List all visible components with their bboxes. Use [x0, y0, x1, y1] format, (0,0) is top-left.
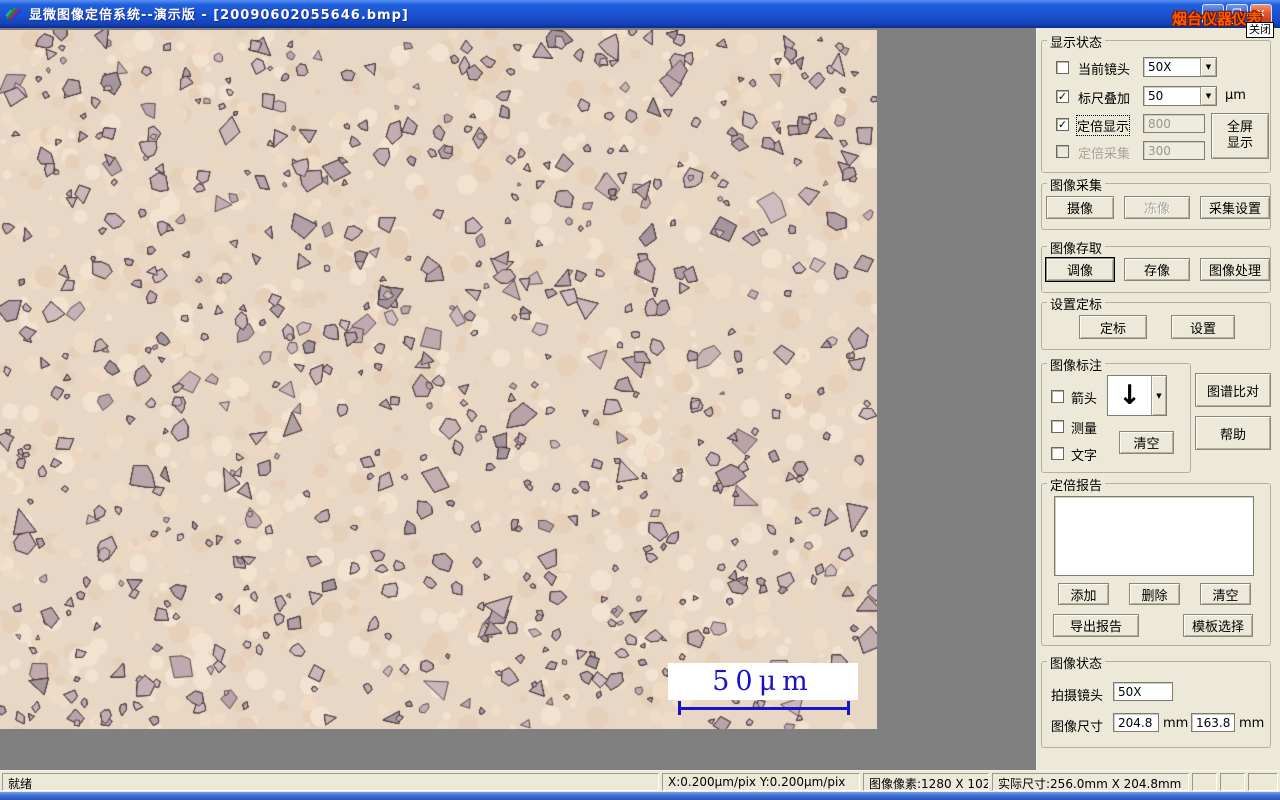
- fixed-display-checkbox[interactable]: ✓: [1056, 118, 1069, 131]
- status-scale: X:0.200μm/pix Y:0.200μm/pix: [662, 773, 860, 791]
- group-display-status-title: 显示状态: [1047, 32, 1106, 51]
- text-checkbox[interactable]: [1051, 447, 1064, 460]
- close-tooltip: 关闭: [1246, 22, 1274, 38]
- shoot-lens-label: 拍摄镜头: [1051, 689, 1104, 704]
- image-size-label: 图像尺寸: [1051, 720, 1104, 735]
- arrow-style-combo[interactable]: ↓ ▼: [1107, 375, 1167, 416]
- report-listbox[interactable]: [1054, 496, 1254, 576]
- report-add-button[interactable]: 添加: [1058, 583, 1109, 605]
- scale-bar-label-box: 50μm: [668, 663, 858, 700]
- fixed-capture-checkbox: [1056, 145, 1069, 158]
- image-height-field: 163.8: [1191, 713, 1235, 732]
- fullscreen-button[interactable]: 全屏 显示: [1211, 113, 1269, 159]
- current-lens-combo[interactable]: 50X ▼: [1143, 57, 1217, 77]
- image-height-unit: mm: [1239, 716, 1265, 731]
- fixed-capture-label: 定倍采集: [1078, 147, 1131, 162]
- micrograph-image[interactable]: 50μm: [0, 30, 877, 729]
- status-actual-size: 实际尺寸:256.0mm X 204.8mm: [992, 773, 1189, 791]
- current-lens-label: 当前镜头: [1078, 63, 1131, 78]
- chevron-down-icon[interactable]: ▼: [1200, 87, 1216, 105]
- control-panel: 显示状态 当前镜头 50X ▼ ✓ 标尺叠加 50 ▼ μm ✓ 定倍显示 80…: [1036, 28, 1280, 770]
- measure-label: 测量: [1071, 422, 1098, 437]
- calibration-setup-button[interactable]: 设置: [1171, 315, 1235, 339]
- ruler-overlay-checkbox[interactable]: ✓: [1056, 90, 1069, 103]
- calibrate-button[interactable]: 定标: [1079, 315, 1147, 339]
- atlas-compare-button[interactable]: 图谱比对: [1195, 373, 1271, 407]
- scale-bar-text: 50μm: [712, 666, 814, 697]
- export-report-button[interactable]: 导出报告: [1053, 614, 1139, 637]
- capture-settings-button[interactable]: 采集设置: [1200, 196, 1270, 219]
- fixed-display-field: 800: [1143, 114, 1205, 133]
- restore-button[interactable]: ❐: [1226, 4, 1248, 24]
- status-ready: 就绪: [2, 773, 659, 791]
- shoot-lens-field: 50X: [1113, 682, 1173, 701]
- title-bar: 显微图像定倍系统--演示版 - [20090602055646.bmp] _ ❐…: [0, 0, 1280, 28]
- arrow-label: 箭头: [1071, 392, 1098, 407]
- text-label: 文字: [1071, 449, 1098, 464]
- freeze-button: 冻像: [1124, 196, 1190, 219]
- arrow-checkbox[interactable]: [1051, 390, 1064, 403]
- status-empty-3: [1248, 773, 1278, 791]
- group-annotation-title: 图像标注: [1047, 355, 1106, 374]
- fixed-capture-field: 300: [1143, 141, 1205, 160]
- status-empty-2: [1220, 773, 1245, 791]
- scale-bar-line: [678, 701, 850, 715]
- group-calibration-title: 设置定标: [1047, 294, 1106, 313]
- shoot-button[interactable]: 摄像: [1046, 196, 1114, 219]
- chevron-down-icon[interactable]: ▼: [1200, 58, 1216, 76]
- fixed-display-label: 定倍显示: [1075, 115, 1131, 136]
- close-button[interactable]: ✕: [1250, 4, 1272, 24]
- help-button[interactable]: 帮助: [1195, 416, 1271, 450]
- ruler-value-combo[interactable]: 50 ▼: [1143, 86, 1217, 106]
- report-delete-button[interactable]: 删除: [1129, 583, 1180, 605]
- group-storage-title: 图像存取: [1047, 238, 1106, 257]
- client-area: 50μm 显示状态 当前镜头 50X ▼ ✓ 标尺叠加 50 ▼ μm ✓ 定倍…: [0, 28, 1280, 770]
- load-image-button[interactable]: 调像: [1046, 258, 1114, 281]
- status-bar: 就绪 X:0.200μm/pix Y:0.200μm/pix 图像像素:1280…: [0, 770, 1280, 792]
- current-lens-checkbox[interactable]: [1056, 61, 1069, 74]
- report-clear-button[interactable]: 清空: [1200, 583, 1251, 605]
- measure-checkbox[interactable]: [1051, 420, 1064, 433]
- window-title: 显微图像定倍系统--演示版 - [20090602055646.bmp]: [29, 7, 409, 23]
- group-calibration: 设置定标: [1041, 294, 1271, 350]
- image-width-unit: mm: [1163, 716, 1189, 731]
- group-image-status-title: 图像状态: [1047, 653, 1106, 672]
- save-image-button[interactable]: 存像: [1124, 258, 1190, 281]
- annotation-clear-button[interactable]: 清空: [1119, 431, 1174, 454]
- ruler-unit-label: μm: [1225, 88, 1246, 103]
- minimize-button[interactable]: _: [1202, 4, 1224, 24]
- taskbar-edge: [0, 792, 1280, 800]
- image-process-button[interactable]: 图像处理: [1200, 258, 1270, 281]
- group-report-title: 定倍报告: [1047, 475, 1106, 494]
- status-empty-1: [1192, 773, 1217, 791]
- down-arrow-icon: ↓: [1118, 380, 1141, 411]
- ruler-overlay-label: 标尺叠加: [1078, 92, 1131, 107]
- template-select-button[interactable]: 模板选择: [1183, 614, 1253, 637]
- group-capture-title: 图像采集: [1047, 175, 1106, 194]
- status-pixels: 图像像素:1280 X 1024: [863, 773, 989, 791]
- micrograph-canvas[interactable]: [0, 30, 877, 729]
- image-width-field: 204.8: [1113, 713, 1159, 732]
- app-icon: [5, 5, 23, 21]
- chevron-down-icon[interactable]: ▼: [1151, 376, 1166, 415]
